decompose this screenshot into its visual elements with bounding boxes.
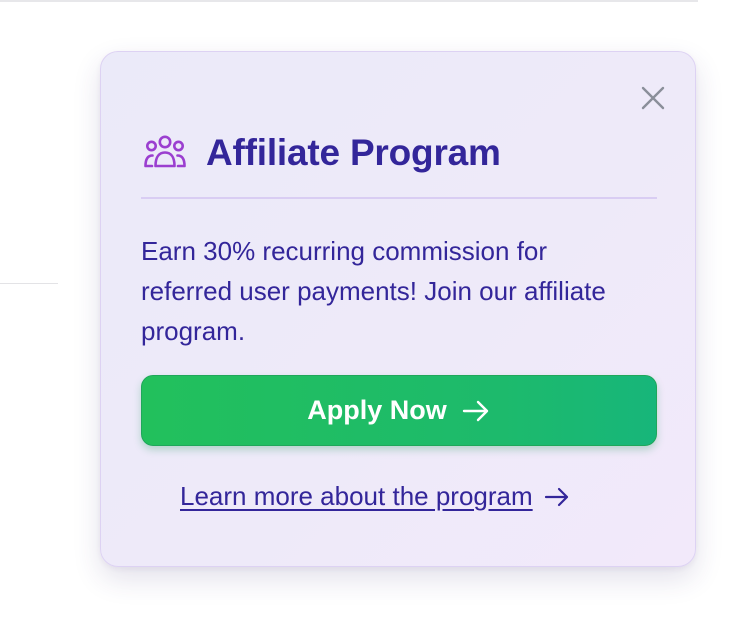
affiliate-program-card: Affiliate Program Earn 30% recurring com… xyxy=(100,51,696,567)
close-button[interactable] xyxy=(637,82,669,114)
program-description: Earn 30% recurring commission for referr… xyxy=(141,236,606,346)
arrow-right-icon xyxy=(543,486,571,508)
close-icon xyxy=(641,86,665,110)
learn-more-link[interactable]: Learn more about the program xyxy=(180,481,571,512)
users-group-icon xyxy=(142,133,188,173)
left-divider xyxy=(0,283,58,284)
card-title: Affiliate Program xyxy=(206,132,501,173)
learn-more-label: Learn more about the program xyxy=(180,481,533,511)
apply-now-button[interactable]: Apply Now xyxy=(141,375,657,446)
card-header: Affiliate Program xyxy=(142,132,501,174)
arrow-right-icon xyxy=(461,399,491,423)
page: Affiliate Program Earn 30% recurring com… xyxy=(0,0,744,620)
header-divider xyxy=(141,197,657,199)
apply-now-label: Apply Now xyxy=(307,395,447,425)
top-divider xyxy=(0,0,698,2)
